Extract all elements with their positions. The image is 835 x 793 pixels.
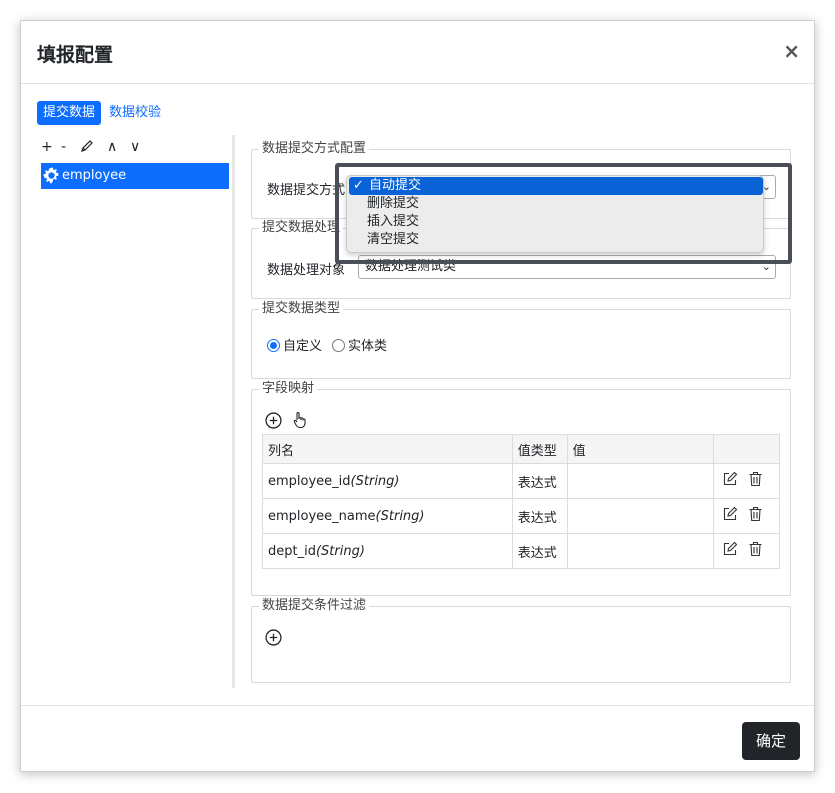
dialog-header: 填报配置 × [21,21,814,84]
cell-value-type[interactable]: 表达式 [511,463,568,499]
tab-bar: 提交数据 数据校验 [37,101,167,125]
dropdown-option-insert-submit[interactable]: 插入提交 [347,213,763,231]
table-row: dept_id(String) 表达式 [262,533,780,569]
gear-icon [43,167,60,194]
cell-value[interactable] [566,463,715,499]
edit-row-button[interactable] [722,541,738,561]
radio-custom[interactable]: 自定义 [267,339,322,355]
field-type: (String) [315,543,365,559]
tree-toolbar: + - ∧ ∨ [41,137,231,159]
move-up-button[interactable]: ∧ [107,137,117,157]
cell-field-name: employee_id(String) [262,463,513,499]
remove-node-button[interactable]: - [61,137,66,157]
table-row: employee_name(String) 表达式 [262,498,780,534]
cell-field-name: dept_id(String) [262,533,513,569]
edit-icon [724,506,738,521]
delete-row-button[interactable] [748,471,763,491]
radio-custom-indicator[interactable] [267,339,280,352]
column-header-value: 值 [566,434,715,464]
close-button[interactable]: × [783,39,800,63]
field-type: (String) [350,473,400,489]
field-name: employee_id [268,473,351,489]
dropdown-option-delete-submit[interactable]: 删除提交 [347,195,763,213]
tab-data-validation[interactable]: 数据校验 [103,101,167,125]
cell-value-type[interactable]: 表达式 [511,498,568,534]
cell-actions [713,463,780,499]
config-dialog: 填报配置 × 提交数据 数据校验 + - ∧ ∨ employee 数据提交方式配… [20,20,815,772]
column-header-actions [713,434,780,464]
tree-item-label: employee [62,168,127,183]
column-header-name: 列名 [262,434,513,464]
section-legend: 字段映射 [259,381,318,397]
trash-icon [749,471,762,487]
dropdown-option-label: 删除提交 [367,196,420,211]
tree-item-employee[interactable]: employee [41,163,229,189]
edit-icon [724,541,738,556]
cell-value-type[interactable]: 表达式 [511,533,568,569]
dropdown-option-label: 插入提交 [367,214,420,229]
delete-row-button[interactable] [748,541,763,561]
field-type: (String) [375,508,425,524]
cell-value[interactable] [566,533,715,569]
radio-entity[interactable]: 实体类 [332,339,387,355]
section-legend: 数据提交条件过滤 [259,598,370,614]
radio-entity-label: 实体类 [348,339,388,354]
edit-node-button[interactable] [80,139,94,159]
column-header-value-type: 值类型 [511,434,568,464]
move-down-button[interactable]: ∨ [130,137,140,157]
edit-row-button[interactable] [722,471,738,491]
checkmark-icon: ✓ [353,178,364,193]
processing-object-label: 数据处理对象 [267,263,346,278]
edit-row-button[interactable] [722,506,738,526]
field-mapping-section: 字段映射 列名 值类型 值 employee_id(String) 表达式 em… [251,381,791,596]
dialog-footer: 确定 [21,705,814,773]
tree-panel: + - ∧ ∨ employee [41,137,231,687]
trash-icon [749,506,762,522]
dropdown-option-label: 清空提交 [367,232,420,247]
field-mapping-table: 列名 值类型 值 employee_id(String) 表达式 employe… [262,434,780,569]
add-filter-button[interactable] [265,629,282,650]
filter-section: 数据提交条件过滤 [251,598,791,683]
tab-submit-data[interactable]: 提交数据 [37,101,102,125]
field-name: employee_name [268,508,376,524]
section-legend: 提交数据处理 [259,220,344,236]
table-header-row: 列名 值类型 值 [262,434,780,464]
submit-method-label: 数据提交方式 [267,183,346,198]
pencil-icon [81,140,93,152]
data-type-section: 提交数据类型 自定义 实体类 [251,301,791,379]
dropdown-option-label: 自动提交 [369,178,422,193]
cell-value[interactable] [566,498,715,534]
section-legend: 数据提交方式配置 [259,141,370,157]
select-field-button[interactable] [292,411,308,433]
submit-method-dropdown: ✓ 自动提交 删除提交 插入提交 清空提交 [346,175,764,253]
trash-icon [749,541,762,557]
delete-row-button[interactable] [748,506,763,526]
cell-actions [713,498,780,534]
edit-icon [724,471,738,486]
plus-circle-icon [265,629,282,646]
dialog-title: 填报配置 [37,44,114,66]
panel-divider [232,135,235,688]
add-field-button[interactable] [265,412,282,433]
dropdown-option-auto-submit[interactable]: ✓ 自动提交 [349,177,763,195]
add-node-button[interactable]: + [41,137,53,157]
radio-custom-label: 自定义 [283,339,323,354]
radio-entity-indicator[interactable] [332,339,345,352]
plus-circle-icon [265,412,282,429]
table-row: employee_id(String) 表达式 [262,463,780,499]
confirm-button[interactable]: 确定 [742,722,800,760]
section-legend: 提交数据类型 [259,301,344,317]
hand-pointer-icon [293,411,306,429]
dropdown-option-clear-submit[interactable]: 清空提交 [347,231,763,249]
cell-actions [713,533,780,569]
field-name: dept_id [268,543,316,559]
cell-field-name: employee_name(String) [262,498,513,534]
